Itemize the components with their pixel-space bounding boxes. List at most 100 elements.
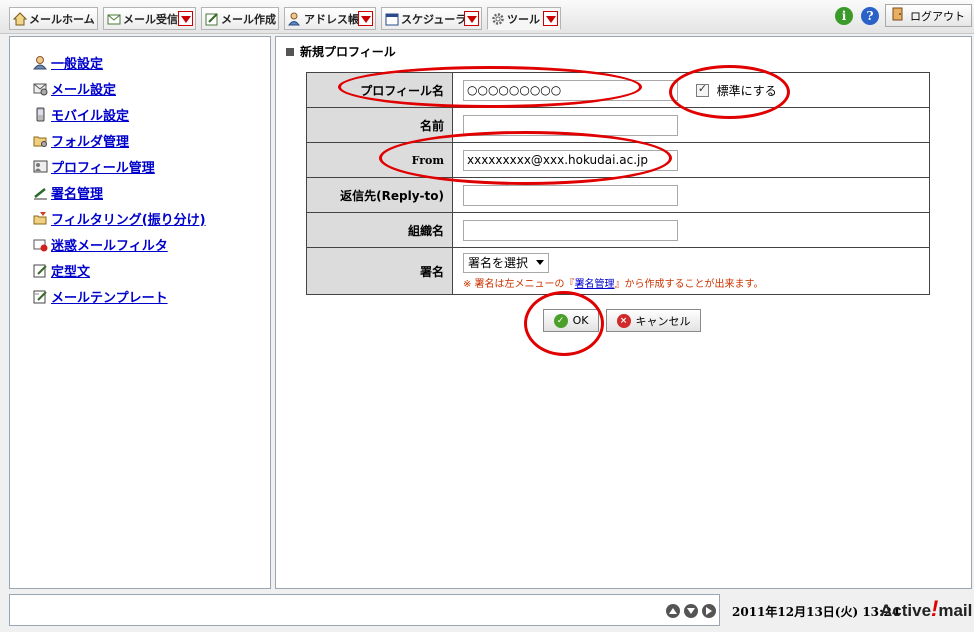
top-toolbar: メールホーム メール受信 メール作成 アドレス帳 スケジューラ ツール i ? …	[0, 0, 974, 34]
sidebar-item-general[interactable]: 一般設定	[10, 49, 270, 75]
cancel-label: キャンセル	[635, 314, 691, 328]
main-panel: 新規プロフィール プロフィール名 ○○○○○○○○○ 標準にする 名前 From…	[275, 36, 972, 589]
from-input[interactable]: xxxxxxxxx@xxx.hokudai.ac.jp	[463, 149, 678, 171]
sidebar-item-folder[interactable]: フォルダ管理	[10, 127, 270, 153]
sidebar-item-label[interactable]: 迷惑メールフィルタ	[51, 235, 168, 254]
cancel-icon: ×	[616, 313, 631, 328]
signature-note: ※ 署名は左メニューの『署名管理』から作成することが出来ます。	[463, 275, 929, 290]
datetime-display: 2011年12月13日(火) 13:24	[732, 605, 901, 619]
tab-tools[interactable]: ツール	[487, 7, 561, 30]
signature-management-link[interactable]: 署名管理	[575, 279, 615, 290]
tab-label: アドレス帳	[304, 12, 359, 26]
mail-compose-icon	[205, 11, 219, 26]
sidebar-item-label[interactable]: モバイル設定	[51, 105, 129, 124]
profile-name-label: プロフィール名	[306, 72, 453, 108]
template-text-icon	[32, 262, 48, 278]
ok-button[interactable]: ✓ OK	[543, 309, 599, 332]
door-icon	[892, 7, 904, 24]
tab-mail-receive[interactable]: メール受信	[103, 7, 196, 30]
signature-icon	[32, 184, 48, 200]
scroll-down-icon[interactable]	[684, 604, 698, 618]
folder-icon	[32, 132, 48, 148]
address-book-icon	[288, 11, 302, 26]
scroll-up-icon[interactable]	[666, 604, 680, 618]
profile-name-input[interactable]: ○○○○○○○○○	[463, 79, 678, 101]
scroll-next-icon[interactable]	[702, 604, 716, 618]
profile-name-cell: ○○○○○○○○○ 標準にする	[452, 72, 930, 108]
name-input[interactable]	[463, 114, 678, 136]
organization-input[interactable]	[463, 219, 678, 241]
mail-template-icon	[32, 288, 48, 304]
tab-label: スケジューラ	[401, 12, 467, 26]
signature-select[interactable]: 署名を選択	[463, 252, 550, 273]
note-suffix: 』から作成することが出来ます。	[614, 278, 764, 290]
sidebar-item-label[interactable]: プロフィール管理	[51, 157, 155, 176]
chevron-down-icon	[536, 260, 545, 265]
sidebar-item-label[interactable]: 定型文	[51, 261, 90, 280]
help-icon[interactable]: ?	[861, 7, 879, 25]
signature-label: 署名	[306, 247, 453, 295]
form-row-name: 名前	[306, 107, 930, 143]
sidebar-item-label[interactable]: メールテンプレート	[51, 287, 168, 306]
dropdown-arrow-icon[interactable]	[178, 11, 193, 26]
sidebar-item-mobile[interactable]: モバイル設定	[10, 101, 270, 127]
sidebar-item-signature[interactable]: 署名管理	[10, 179, 270, 205]
sidebar-item-template-text[interactable]: 定型文	[10, 257, 270, 283]
dropdown-arrow-icon[interactable]	[358, 11, 373, 26]
tab-mail-compose[interactable]: メール作成	[201, 7, 279, 30]
form-row-profile-name: プロフィール名 ○○○○○○○○○ 標準にする	[306, 72, 930, 108]
home-icon	[13, 11, 27, 26]
sidebar-item-label[interactable]: 一般設定	[51, 53, 103, 72]
tab-label: メール受信	[123, 12, 178, 26]
form-row-from: From xxxxxxxxx@xxx.hokudai.ac.jp	[306, 142, 930, 178]
info-icon[interactable]: i	[835, 7, 853, 25]
dropdown-arrow-icon[interactable]	[543, 11, 558, 26]
mail-receive-icon	[107, 11, 121, 26]
logout-label: ログアウト	[910, 9, 965, 23]
reply-to-input[interactable]	[463, 184, 678, 206]
filter-icon	[32, 210, 48, 226]
check-icon: ✓	[553, 313, 568, 328]
sidebar-item-filter[interactable]: フィルタリング(振り分け)	[10, 205, 270, 231]
sidebar-item-profile[interactable]: プロフィール管理	[10, 153, 270, 179]
reply-to-label: 返信先(Reply-to)	[306, 177, 453, 213]
sidebar-item-label[interactable]: フォルダ管理	[51, 131, 129, 150]
organization-label: 組織名	[306, 212, 453, 248]
brand-prefix: Active	[880, 601, 932, 620]
cancel-button[interactable]: × キャンセル	[606, 309, 701, 332]
calendar-icon	[385, 11, 399, 26]
sidebar-item-mail-template[interactable]: メールテンプレート	[10, 283, 270, 309]
status-bar	[9, 594, 720, 626]
sidebar-item-label[interactable]: メール設定	[51, 79, 116, 98]
default-checkbox[interactable]	[695, 82, 709, 97]
tab-label: メールホーム	[29, 12, 95, 26]
page-title-text: 新規プロフィール	[300, 45, 396, 59]
sidebar-item-label[interactable]: フィルタリング(振り分け)	[51, 209, 206, 228]
tab-label: メール作成	[221, 12, 276, 26]
ok-label: OK	[572, 314, 589, 327]
from-label: From	[306, 142, 453, 178]
tab-scheduler[interactable]: スケジューラ	[381, 7, 482, 30]
form-row-reply-to: 返信先(Reply-to)	[306, 177, 930, 213]
signature-select-value: 署名を選択	[468, 256, 529, 270]
profile-icon	[32, 158, 48, 174]
name-label: 名前	[306, 107, 453, 143]
brand-logo: Active!mail	[880, 596, 972, 622]
tab-label: ツール	[507, 12, 540, 26]
tab-address-book[interactable]: アドレス帳	[284, 7, 376, 30]
mobile-icon	[32, 106, 48, 122]
sidebar-item-mail-settings[interactable]: メール設定	[10, 75, 270, 101]
note-prefix: ※ 署名は左メニューの『	[463, 278, 575, 290]
logout-button[interactable]: ログアウト	[885, 4, 972, 27]
page-title: 新規プロフィール	[286, 43, 396, 60]
sidebar-item-label[interactable]: 署名管理	[51, 183, 103, 202]
sidebar-item-spam-filter[interactable]: 迷惑メールフィルタ	[10, 231, 270, 257]
gear-icon	[491, 11, 505, 26]
brand-suffix: mail	[938, 601, 973, 620]
user-settings-icon	[32, 54, 48, 70]
form-row-organization: 組織名	[306, 212, 930, 248]
dropdown-arrow-icon[interactable]	[464, 11, 479, 26]
spam-filter-icon	[32, 236, 48, 252]
tab-mail-home[interactable]: メールホーム	[9, 7, 98, 30]
mail-settings-icon	[32, 80, 48, 96]
